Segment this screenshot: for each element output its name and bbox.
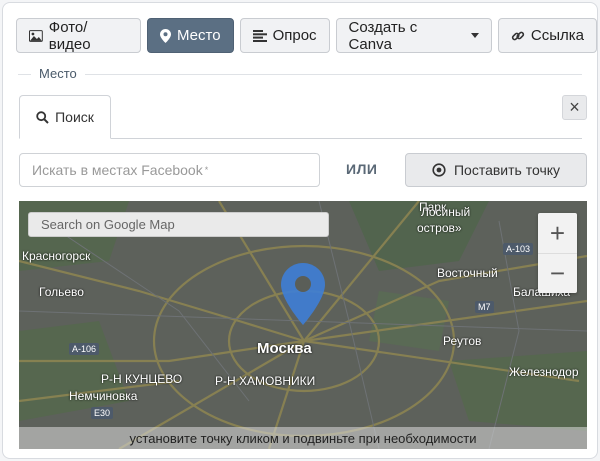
caret-down-icon (470, 33, 479, 38)
road-shield-e30: E30 (91, 407, 114, 419)
map-pin-icon[interactable] (281, 263, 325, 325)
map-label-ostrov: остров» (417, 221, 462, 235)
map-hint: установите точку кликом и подвиньте при … (19, 427, 587, 449)
search-icon (36, 110, 49, 124)
road-shield-a103: A-103 (503, 243, 534, 255)
set-point-button[interactable]: Поставить точку (405, 153, 587, 187)
tab-search-label: Поиск (55, 109, 94, 125)
map-marker-icon (160, 28, 171, 43)
map-label-golyevo: Гольево (39, 285, 84, 299)
map-label-nemchinovka: Немчиновка (69, 389, 138, 403)
google-map[interactable]: Красногорск Гольево Москва Р-Н КУНЦЕВО Р… (19, 201, 587, 449)
poll-button[interactable]: Опрос (239, 18, 330, 53)
map-label-losiny: Лосиный (421, 205, 471, 219)
place-button[interactable]: Место (147, 18, 234, 53)
tab-divider (111, 138, 582, 139)
map-label-vostochny: Восточный (437, 266, 498, 280)
poll-label: Опрос (272, 27, 317, 44)
zoom-out-button[interactable]: − (538, 253, 577, 293)
facebook-place-search-input[interactable]: Искать в местах Facebook * (19, 153, 320, 187)
map-label-khamovniki: Р-Н ХАМОВНИКИ (215, 374, 316, 388)
map-label-reutov: Реутов (443, 334, 482, 348)
section-legend: Место (31, 66, 85, 81)
section-divider (18, 74, 582, 75)
map-label-moskva: Москва (257, 340, 312, 357)
post-composer-card: Фото/видео Место Опрос Создать с Canva С… (2, 2, 598, 459)
image-icon (29, 29, 43, 42)
link-button[interactable]: Ссылка (497, 18, 597, 53)
canva-label: Создать с Canva (348, 18, 418, 53)
align-lines-icon (252, 29, 267, 42)
road-shield-m7: M7 (475, 301, 494, 313)
close-button[interactable]: × (562, 95, 587, 120)
map-label-krasnogorsk: Красногорск (22, 249, 91, 263)
set-point-label: Поставить точку (453, 162, 561, 178)
tab-search[interactable]: Поиск (19, 95, 111, 139)
zoom-in-button[interactable]: + (538, 213, 577, 253)
google-map-search-placeholder: Search on Google Map (41, 217, 175, 232)
required-mark: * (204, 165, 209, 175)
or-label: ИЛИ (346, 161, 378, 177)
dot-circle-icon (432, 163, 446, 177)
place-label: Место (177, 27, 221, 44)
link-label: Ссылка (530, 27, 584, 44)
photo-video-label: Фото/видео (48, 18, 91, 53)
photo-video-button[interactable]: Фото/видео (16, 18, 141, 53)
canva-dropdown-button[interactable]: Создать с Canva (335, 18, 492, 53)
attachment-toolbar: Фото/видео Место Опрос Создать с Canva С… (16, 18, 597, 54)
google-map-search-input[interactable]: Search on Google Map (28, 212, 329, 237)
map-label-kuntsevo: Р-Н КУНЦЕВО (101, 372, 183, 386)
map-label-zheleznodor: Железнодор (509, 365, 579, 379)
close-icon: × (569, 97, 580, 117)
road-shield-a106: A-106 (69, 343, 100, 355)
zoom-control: + − (538, 213, 577, 293)
facebook-search-placeholder: Искать в местах Facebook (32, 162, 203, 178)
chain-link-icon (511, 31, 525, 40)
